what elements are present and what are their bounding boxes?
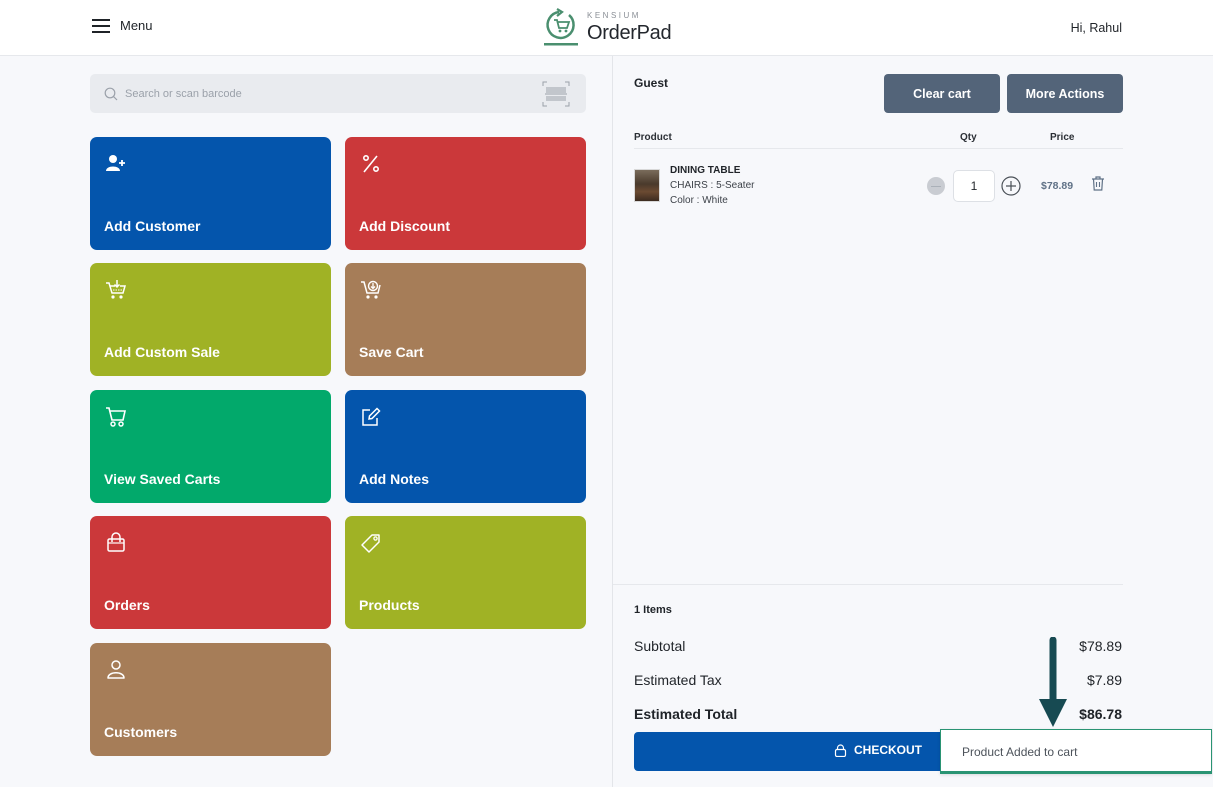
column-header-qty: Qty	[960, 132, 977, 143]
edit-note-icon	[362, 407, 381, 426]
qty-increase-button[interactable]	[1001, 176, 1021, 196]
header-divider	[634, 148, 1123, 149]
summary-divider	[613, 584, 1123, 585]
menu-button[interactable]: Menu	[92, 18, 153, 33]
tile-label: Add Customer	[104, 218, 201, 234]
search-icon	[104, 87, 118, 101]
subtotal-value: $78.89	[1079, 638, 1122, 654]
lock-icon	[834, 743, 847, 757]
cart-item-row: DINING TABLE CHAIRS : 5-Seater Color : W…	[634, 160, 1123, 210]
qty-input[interactable]	[953, 170, 995, 202]
product-option: Color : White	[670, 195, 728, 206]
tile-save-cart[interactable]: Save Cart	[345, 263, 586, 376]
app-header: Menu KENSIUM OrderPad Hi, Rahul	[0, 0, 1213, 56]
product-thumbnail	[634, 169, 660, 202]
tile-add-discount[interactable]: Add Discount	[345, 137, 586, 250]
tile-orders[interactable]: Orders	[90, 516, 331, 629]
tile-customers[interactable]: Customers	[90, 643, 331, 756]
cart-icon	[106, 407, 126, 427]
column-header-product: Product	[634, 132, 672, 143]
percent-icon	[362, 154, 380, 173]
tile-add-customer[interactable]: Add Customer	[90, 137, 331, 250]
tile-label: Orders	[104, 597, 150, 613]
tax-value: $7.89	[1086, 672, 1122, 688]
menu-label: Menu	[120, 18, 153, 33]
tile-label: Save Cart	[359, 344, 424, 360]
tile-label: Add Discount	[359, 218, 450, 234]
column-header-price: Price	[1050, 132, 1075, 143]
tax-label: Estimated Tax	[634, 672, 722, 688]
cart-save-icon	[361, 280, 381, 299]
product-name: DINING TABLE	[670, 165, 741, 176]
tile-add-custom-sale[interactable]: Add Custom Sale	[90, 263, 331, 376]
toast-notification: Product Added to cart	[940, 729, 1212, 774]
cart-customer-name: Guest	[634, 76, 669, 90]
search-bar	[90, 74, 586, 113]
tile-label: Add Notes	[359, 471, 429, 487]
cart-download-icon	[106, 280, 126, 299]
tile-add-notes[interactable]: Add Notes	[345, 390, 586, 503]
items-count: 1 Items	[634, 604, 672, 616]
tile-label: Add Custom Sale	[104, 344, 220, 360]
tile-products[interactable]: Products	[345, 516, 586, 629]
line-price: $78.89	[1041, 180, 1074, 192]
product-option: CHAIRS : 5-Seater	[670, 180, 755, 191]
tile-label: Products	[359, 597, 420, 613]
logo-brand: KENSIUM	[587, 10, 641, 20]
panel-divider	[612, 56, 613, 787]
annotation-arrow-icon	[1039, 637, 1067, 727]
orderpad-logo-icon	[544, 8, 578, 46]
user-greeting[interactable]: Hi, Rahul	[1071, 21, 1122, 35]
barcode-scan-icon[interactable]	[542, 81, 570, 112]
tile-label: Customers	[104, 724, 178, 740]
total-label: Estimated Total	[634, 706, 738, 722]
clear-cart-button[interactable]: Clear cart	[884, 74, 1000, 113]
checkout-label: CHECKOUT	[854, 743, 922, 757]
qty-decrease-button[interactable]	[927, 177, 945, 195]
tile-label: View Saved Carts	[104, 471, 221, 487]
trash-icon[interactable]	[1091, 176, 1105, 191]
total-value: $86.78	[1079, 706, 1122, 722]
shopping-bag-icon	[107, 532, 125, 552]
more-actions-button[interactable]: More Actions	[1007, 74, 1123, 113]
subtotal-label: Subtotal	[634, 638, 686, 654]
tag-icon	[361, 534, 380, 553]
app-logo: KENSIUM OrderPad	[543, 7, 672, 47]
logo-name: OrderPad	[587, 21, 672, 44]
hamburger-icon	[92, 18, 110, 33]
toast-message: Product Added to cart	[962, 745, 1078, 759]
search-input[interactable]	[125, 87, 505, 100]
user-icon	[107, 660, 125, 679]
user-plus-icon	[106, 155, 125, 171]
tile-view-saved-carts[interactable]: View Saved Carts	[90, 390, 331, 503]
